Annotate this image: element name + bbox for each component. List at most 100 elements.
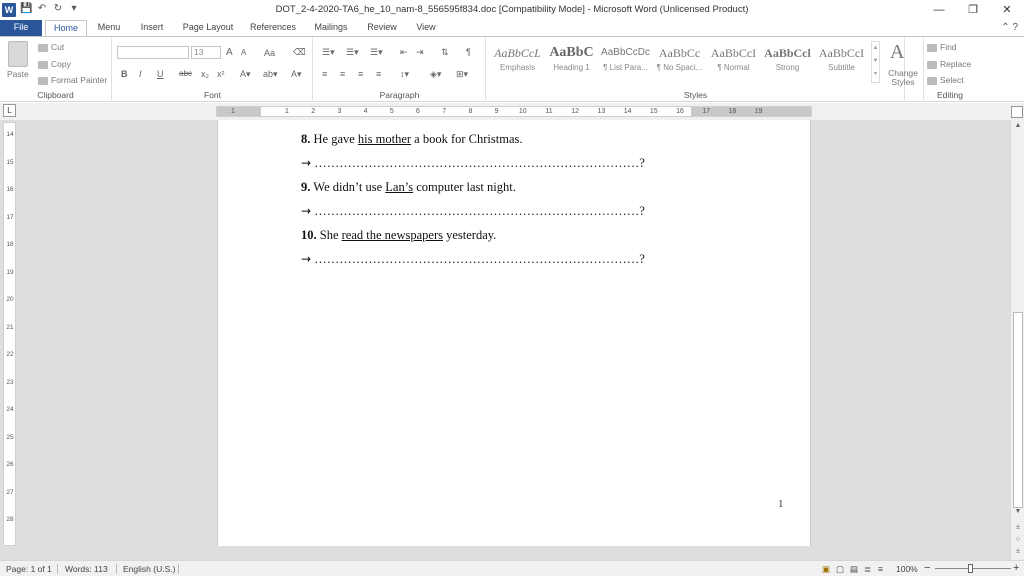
paste-button[interactable]: Paste bbox=[7, 69, 29, 79]
borders-icon[interactable]: ⊞▾ bbox=[456, 69, 468, 80]
font-size-box[interactable]: 13 bbox=[191, 46, 221, 59]
ruler-number: 4 bbox=[363, 108, 368, 115]
ruler-number: 15 bbox=[649, 108, 658, 115]
vertical-ruler[interactable]: 14 15 16 17 18 19 20 21 22 23 24 25 26 27 28 bbox=[3, 122, 16, 546]
help-icon[interactable]: ⌃ ? bbox=[1001, 22, 1018, 33]
close-button[interactable]: ✕ bbox=[990, 0, 1024, 20]
tab-home[interactable]: Home bbox=[45, 20, 87, 37]
ruler-number: 6 bbox=[416, 108, 420, 115]
tab-insert[interactable]: Insert bbox=[134, 20, 170, 36]
browse-object-icon[interactable]: ○ bbox=[1011, 536, 1024, 543]
copy-button[interactable]: Copy bbox=[38, 59, 71, 69]
style-heading-1[interactable]: AaBbC Heading 1 bbox=[545, 43, 598, 77]
print-layout-icon[interactable]: ▣ bbox=[822, 564, 830, 575]
sort-icon[interactable]: ⇅ bbox=[441, 47, 449, 58]
zoom-slider-thumb[interactable] bbox=[968, 564, 973, 573]
tab-page-layout[interactable]: Page Layout bbox=[178, 20, 238, 36]
bold-button[interactable]: B bbox=[121, 69, 128, 79]
tab-mailings[interactable]: Mailings bbox=[308, 20, 354, 36]
style-emphasis[interactable]: AaBbCcL Emphasis bbox=[491, 43, 544, 77]
multilevel-list-icon[interactable]: ☰▾ bbox=[370, 47, 383, 58]
web-layout-icon[interactable]: ▤ bbox=[850, 564, 858, 575]
italic-button[interactable]: I bbox=[139, 69, 142, 79]
select-button[interactable]: Select bbox=[927, 75, 964, 85]
decrease-indent-icon[interactable]: ⇤ bbox=[400, 47, 408, 58]
font-color-icon[interactable]: A▾ bbox=[291, 69, 302, 80]
tab-view[interactable]: View bbox=[410, 20, 442, 36]
clear-format-icon[interactable]: ⌫ bbox=[293, 47, 306, 58]
increase-indent-icon[interactable]: ⇥ bbox=[416, 47, 424, 58]
replace-button[interactable]: Replace bbox=[927, 59, 971, 69]
ruler-number: 5 bbox=[389, 108, 394, 115]
style-strong[interactable]: AaBbCcl Strong bbox=[761, 43, 814, 77]
style-normal[interactable]: AaBbCcI ¶ Normal bbox=[707, 43, 760, 77]
scroll-down-icon[interactable]: ▼ bbox=[1011, 508, 1024, 515]
change-case-button[interactable]: Aa bbox=[264, 48, 275, 58]
font-label: Font bbox=[203, 90, 221, 100]
numbering-icon[interactable]: ☰▾ bbox=[346, 47, 359, 58]
minimize-button[interactable]: — bbox=[922, 0, 956, 20]
full-screen-icon[interactable]: ▢ bbox=[836, 564, 844, 575]
cut-button[interactable]: Cut bbox=[38, 42, 64, 52]
zoom-out-button[interactable]: − bbox=[924, 562, 930, 574]
style-subtitle[interactable]: AaBbCcI Subtitle bbox=[815, 43, 868, 77]
tab-review[interactable]: Review bbox=[362, 20, 402, 36]
subscript-button[interactable]: x₂ bbox=[201, 69, 209, 79]
align-right-icon[interactable]: ≡ bbox=[358, 69, 363, 79]
superscript-button[interactable]: x² bbox=[217, 69, 225, 79]
format-painter-button[interactable]: Format Painter bbox=[38, 75, 107, 85]
highlight-icon[interactable]: ab▾ bbox=[263, 69, 278, 80]
styles-scroll[interactable]: ▲ ▼ ▾ bbox=[871, 41, 880, 83]
language-indicator[interactable]: English (U.S.) bbox=[123, 564, 175, 574]
tab-references[interactable]: References bbox=[246, 20, 300, 36]
zoom-in-button[interactable]: + bbox=[1013, 562, 1019, 574]
text-effects-icon[interactable]: A▾ bbox=[240, 69, 251, 80]
draft-icon[interactable]: ≡ bbox=[878, 564, 883, 574]
paste-icon[interactable] bbox=[8, 41, 28, 67]
ruler-number: 13 bbox=[597, 108, 606, 115]
find-button[interactable]: Find bbox=[927, 42, 957, 52]
show-formatting-button[interactable]: ¶ bbox=[466, 47, 471, 57]
font-name-box[interactable] bbox=[117, 46, 189, 59]
scrollbar-thumb[interactable] bbox=[1013, 312, 1023, 508]
outline-icon[interactable]: ≣ bbox=[864, 564, 871, 575]
shrink-font-button[interactable]: A bbox=[241, 48, 246, 57]
change-styles-icon[interactable]: A bbox=[890, 41, 904, 64]
document-page[interactable]: 8. He gave his mother a book for Christm… bbox=[217, 120, 811, 546]
ruler-number: 20 bbox=[6, 296, 14, 303]
arrow-icon: → bbox=[301, 204, 312, 218]
scroll-up-icon[interactable]: ▲ bbox=[1011, 122, 1024, 129]
strikethrough-button[interactable]: abc bbox=[179, 69, 192, 78]
zoom-level[interactable]: 100% bbox=[896, 564, 918, 574]
ruler-number: 15 bbox=[6, 158, 14, 166]
style-list-paragraph[interactable]: AaBbCcDc ¶ List Para... bbox=[599, 43, 652, 77]
styles-group: AaBbCcL Emphasis AaBbC Heading 1 AaBbCcDc ¶… bbox=[487, 37, 905, 102]
line-spacing-icon[interactable]: ↕▾ bbox=[400, 69, 409, 80]
maximize-button[interactable]: ❐ bbox=[956, 0, 990, 20]
tab-selector[interactable]: L bbox=[3, 104, 16, 117]
vertical-scrollbar[interactable]: ▲ ▼ ± ○ ± bbox=[1010, 120, 1024, 560]
horizontal-ruler[interactable]: 1 1 2 3 4 5 6 7 8 9 10 11 12 13 14 15 16 17 18 19 bbox=[216, 106, 812, 117]
word-count[interactable]: Words: 113 bbox=[65, 564, 108, 574]
bullets-icon[interactable]: ☰▾ bbox=[322, 47, 335, 58]
shading-icon[interactable]: ◈▾ bbox=[430, 69, 441, 80]
window-controls: — ❐ ✕ bbox=[922, 0, 1024, 20]
next-page-icon[interactable]: ± bbox=[1011, 548, 1024, 555]
editing-label: Editing bbox=[937, 90, 963, 100]
underline-button[interactable]: U bbox=[157, 69, 164, 79]
tab-file[interactable]: File bbox=[0, 20, 42, 36]
zoom-slider[interactable] bbox=[935, 568, 1011, 569]
change-styles-button[interactable]: Change Styles bbox=[884, 69, 922, 87]
view-ruler-icon[interactable] bbox=[1011, 106, 1023, 118]
previous-page-icon[interactable]: ± bbox=[1011, 524, 1024, 531]
justify-icon[interactable]: ≡ bbox=[376, 69, 381, 79]
align-center-icon[interactable]: ≡ bbox=[340, 69, 345, 79]
grow-font-button[interactable]: A bbox=[226, 47, 233, 58]
style-no-spacing[interactable]: AaBbCc ¶ No Spaci... bbox=[653, 43, 706, 77]
answer-line-9: → ……………………………………………………………………? bbox=[301, 204, 645, 218]
page-count[interactable]: Page: 1 of 1 bbox=[6, 564, 52, 574]
ruler-number: 19 bbox=[6, 268, 14, 276]
tab-menu[interactable]: Menu bbox=[92, 20, 126, 36]
answer-line-10: → ……………………………………………………………………? bbox=[301, 252, 645, 266]
align-left-icon[interactable]: ≡ bbox=[322, 69, 327, 79]
